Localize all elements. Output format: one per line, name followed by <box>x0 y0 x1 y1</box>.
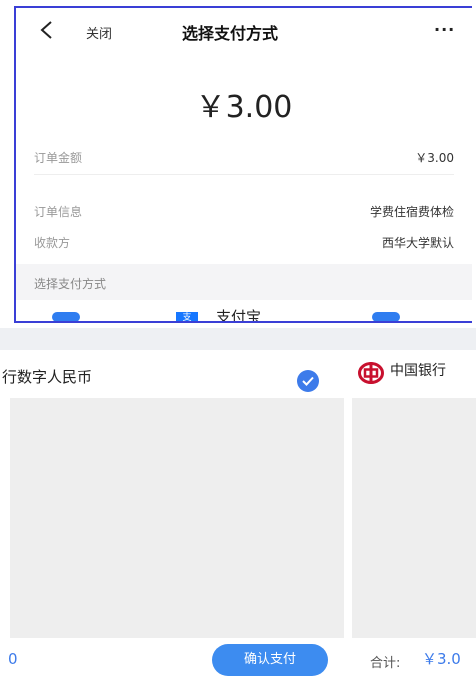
more-icon[interactable]: ··· <box>434 20 455 39</box>
payee-label: 收款方 <box>34 236 71 250</box>
payment-option-icon[interactable] <box>372 312 400 321</box>
content-placeholder <box>352 398 476 638</box>
digital-rmb-panel: 行数字人民币 0 确认支付 <box>0 350 346 686</box>
bank-of-china-icon <box>358 362 384 384</box>
check-icon[interactable] <box>297 370 319 392</box>
amount-text: 0 <box>8 650 18 668</box>
alipay-option[interactable]: 支付宝 <box>216 306 261 321</box>
confirm-payment-button[interactable]: 确认支付 <box>212 644 328 676</box>
total-label: 合计: <box>370 656 401 671</box>
order-amount-row: 订单金额 ￥3.00 <box>34 139 454 175</box>
wallet-icon[interactable] <box>52 312 80 321</box>
bank-of-china-panel: 中国银行 合计: ￥3.0 <box>352 350 476 686</box>
chevron-left-icon[interactable] <box>38 20 56 40</box>
payment-method-header: 选择支付方式 <box>16 264 472 300</box>
alipay-icon[interactable]: 支 <box>176 312 198 321</box>
close-button[interactable]: 关闭 <box>86 23 112 42</box>
bottom-section: 行数字人民币 0 确认支付 中国银行 合计: ￥3.0 <box>0 328 476 686</box>
digital-rmb-label: 行数字人民币 <box>2 368 93 386</box>
order-amount-value: ￥3.00 <box>415 151 454 165</box>
order-info-label: 订单信息 <box>34 205 83 219</box>
payee-value: 西华大学默认 <box>381 236 454 250</box>
nav-bar: 关闭 选择支付方式 ··· <box>16 8 472 54</box>
bank-of-china-label[interactable]: 中国银行 <box>390 360 446 380</box>
page-title: 选择支付方式 <box>182 24 279 43</box>
divider-band <box>0 328 476 350</box>
total-value: ￥3.0 <box>422 650 461 668</box>
payment-method-strip: 支 支付宝 <box>16 304 472 321</box>
order-info-value: 学费住宿费体检 <box>369 205 454 219</box>
payment-sheet: 关闭 选择支付方式 ··· ￥3.00 订单金额 ￥3.00 订单信息 学费住宿… <box>14 6 472 323</box>
digital-rmb-option[interactable]: 行数字人民币 <box>0 358 346 394</box>
order-amount-label: 订单金额 <box>34 151 83 165</box>
payee-row: 收款方 西华大学默认 <box>34 224 454 260</box>
payment-amount: ￥3.00 <box>195 90 293 125</box>
content-placeholder <box>10 398 344 638</box>
